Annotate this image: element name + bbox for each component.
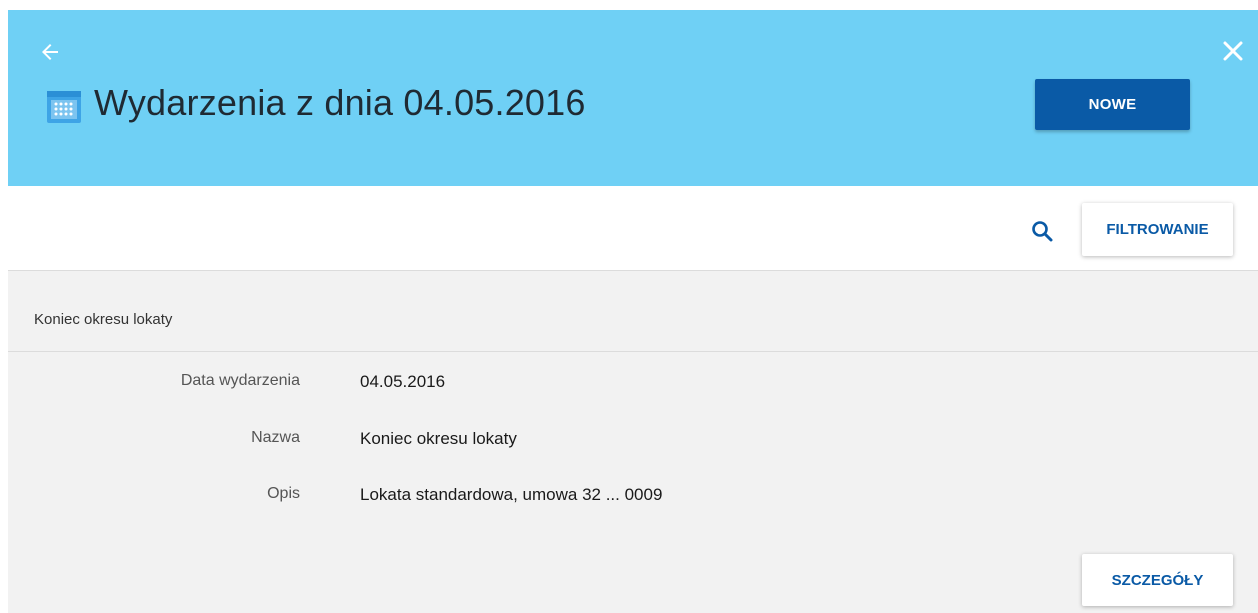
- back-button[interactable]: [38, 40, 62, 64]
- detail-value: Lokata standardowa, umowa 32 ... 0009: [360, 485, 663, 504]
- event-section-header: Koniec okresu lokaty: [8, 271, 1258, 352]
- close-icon: [1223, 41, 1243, 61]
- detail-value: Koniec okresu lokaty: [360, 429, 517, 448]
- dialog-header: Wydarzenia z dnia 04.05.2016 NOWE: [8, 10, 1258, 186]
- new-event-button[interactable]: NOWE: [1035, 79, 1190, 130]
- detail-row-date: Data wydarzenia 04.05.2016: [8, 372, 1258, 396]
- search-button[interactable]: [1030, 219, 1054, 243]
- event-section-title: Koniec okresu lokaty: [34, 311, 173, 328]
- calendar-icon: [47, 91, 81, 123]
- events-dialog: Wydarzenia z dnia 04.05.2016 NOWE FILTRO…: [0, 0, 1258, 613]
- filter-button[interactable]: FILTROWANIE: [1082, 203, 1233, 256]
- detail-row-description: Opis Lokata standardowa, umowa 32 ... 00…: [8, 485, 1258, 509]
- detail-row-name: Nazwa Koniec okresu lokaty: [8, 429, 1258, 453]
- toolbar: FILTROWANIE: [8, 186, 1258, 271]
- close-button[interactable]: [1222, 40, 1244, 62]
- title-row: Wydarzenia z dnia 04.05.2016: [46, 78, 586, 128]
- details-button[interactable]: SZCZEGÓŁY: [1082, 554, 1233, 606]
- detail-label: Data wydarzenia: [180, 372, 300, 389]
- page-title: Wydarzenia z dnia 04.05.2016: [94, 82, 586, 123]
- detail-label: Nazwa: [251, 429, 300, 446]
- event-card: Koniec okresu lokaty Data wydarzenia 04.…: [8, 271, 1258, 613]
- arrow-left-icon: [42, 44, 58, 60]
- detail-value: 04.05.2016: [360, 372, 446, 391]
- detail-label: Opis: [267, 485, 300, 502]
- search-icon: [1032, 221, 1053, 242]
